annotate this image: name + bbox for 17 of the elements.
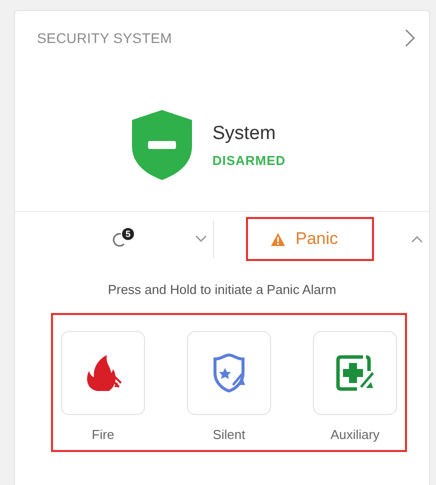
system-state: DISARMED: [212, 152, 286, 168]
instruction-text: Press and Hold to initiate a Panic Alarm: [106, 282, 338, 297]
system-label: System: [212, 122, 277, 144]
fire-button[interactable]: [61, 331, 145, 415]
count-badge: 5: [122, 228, 134, 240]
chevron-down-icon[interactable]: [194, 235, 206, 243]
arc-icon: [111, 231, 125, 247]
button-label: Silent: [212, 427, 246, 442]
chevron-right-icon[interactable]: [405, 29, 415, 47]
auxiliary-button[interactable]: [313, 331, 397, 415]
button-label: Auxiliary: [330, 427, 380, 442]
device-tab[interactable]: 5: [109, 229, 136, 249]
chevron-up-icon[interactable]: [411, 235, 423, 243]
card-title: SECURITY SYSTEM: [37, 30, 172, 46]
warning-icon: [270, 232, 286, 246]
silent-button[interactable]: [187, 331, 271, 415]
button-label: Fire: [92, 427, 114, 442]
